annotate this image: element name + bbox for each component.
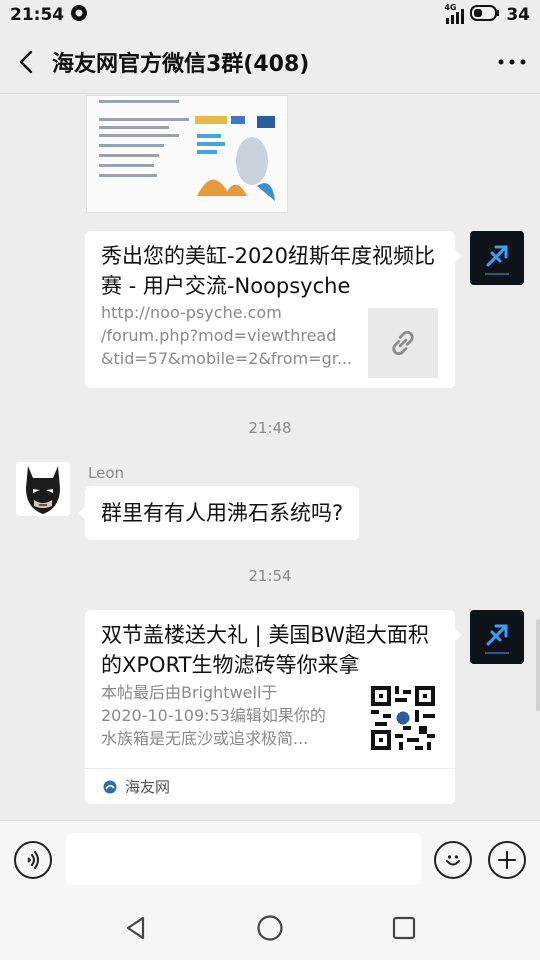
article-card-desc-line: 2020-10-109:53编辑如果你的 (101, 706, 326, 725)
timestamp: 21:48 (248, 419, 292, 437)
back-button[interactable] (0, 30, 52, 94)
more-icon (498, 59, 526, 65)
qr-code-icon (371, 686, 435, 750)
more-options-button[interactable] (496, 46, 528, 78)
message-input-bar (0, 820, 540, 900)
bubble-tail (454, 628, 462, 642)
message-text-input[interactable] (66, 833, 421, 885)
notification-icon (70, 4, 88, 27)
voice-input-button[interactable] (14, 841, 52, 879)
nav-home-icon (257, 915, 283, 941)
nav-back-button[interactable] (123, 915, 149, 945)
link-icon (392, 330, 414, 356)
link-thumbnail (368, 308, 438, 378)
chat-header: 海友网官方微信3群(408) (0, 30, 540, 94)
link-card-desc-line: /forum.php?mod=viewthread (101, 326, 337, 345)
article-card-title: 双节盖楼送大礼 | 美国BW超大面积的XPORT生物滤砖等你来拿 (101, 623, 429, 677)
qr-code-thumbnail (371, 686, 435, 750)
status-right: 4G 34 (444, 3, 530, 27)
scroll-indicator[interactable] (536, 619, 540, 711)
add-attachment-button[interactable] (488, 841, 526, 879)
article-card-description: 本帖最后由Brightwell于 2020-10-109:53编辑如果你的 水族… (101, 681, 363, 750)
emoji-button[interactable] (434, 841, 472, 879)
back-arrow-icon (19, 50, 33, 73)
link-card[interactable]: 秀出您的美缸-2020纽斯年度视频比赛 - 用户交流-Noopsyche htt… (85, 231, 462, 388)
article-card-desc-line: 水族箱是无底沙或追求极简... (101, 729, 309, 748)
nav-recents-button[interactable] (391, 915, 417, 945)
article-card[interactable]: 双节盖楼送大礼 | 美国BW超大面积的XPORT生物滤砖等你来拿 本帖最后由Br… (85, 610, 462, 804)
bubble-tail (454, 249, 462, 263)
nav-recents-icon (392, 916, 415, 940)
sender-name: Leon (88, 464, 125, 482)
plus-icon (498, 851, 516, 869)
batman-avatar-icon (16, 462, 70, 516)
article-card-desc-line: 本帖最后由Brightwell于 (101, 683, 278, 702)
haiyou-logo-icon (103, 780, 117, 793)
sagittarius-logo-icon (470, 231, 524, 285)
sender-avatar-leon[interactable] (16, 462, 70, 516)
link-card-description: http://noo-psyche.com /forum.php?mod=vie… (101, 301, 363, 370)
sender-avatar-official[interactable] (470, 610, 524, 664)
link-card-title: 秀出您的美缸-2020纽斯年度视频比赛 - 用户交流-Noopsyche (101, 244, 436, 298)
link-card-desc-line: &tid=57&mobile=2&from=gr... (101, 349, 353, 368)
status-time: 21:54 (10, 5, 65, 25)
bubble-tail (78, 506, 86, 520)
sagittarius-logo-icon (470, 610, 524, 664)
voice-icon (27, 851, 39, 869)
chat-title: 海友网官方微信3群(408) (52, 51, 310, 77)
text-message-content: 群里有有人用沸石系统吗? (101, 501, 344, 525)
sender-avatar-official[interactable] (470, 231, 524, 285)
image-message[interactable] (86, 95, 288, 213)
chat-message-list[interactable]: 秀出您的美缸-2020纽斯年度视频比赛 - 用户交流-Noopsyche htt… (0, 95, 540, 820)
battery-level: 34 (506, 5, 530, 25)
status-left: 21:54 (10, 4, 88, 27)
status-bar: 21:54 4G 34 (0, 0, 540, 30)
article-source-name: 海友网 (125, 778, 171, 796)
emoji-icon (446, 855, 460, 866)
article-source: 海友网 (85, 768, 455, 804)
battery-icon (470, 4, 500, 27)
signal-icon: 4G (444, 3, 465, 24)
nav-back-icon (127, 916, 145, 940)
network-type: 4G (444, 3, 457, 12)
text-message-bubble[interactable]: 群里有有人用沸石系统吗? (78, 486, 360, 540)
system-nav-bar (0, 900, 540, 960)
link-card-desc-line: http://noo-psyche.com (101, 303, 282, 322)
nav-home-button[interactable] (256, 914, 284, 946)
timestamp: 21:54 (248, 567, 292, 585)
poster-image (87, 96, 287, 212)
